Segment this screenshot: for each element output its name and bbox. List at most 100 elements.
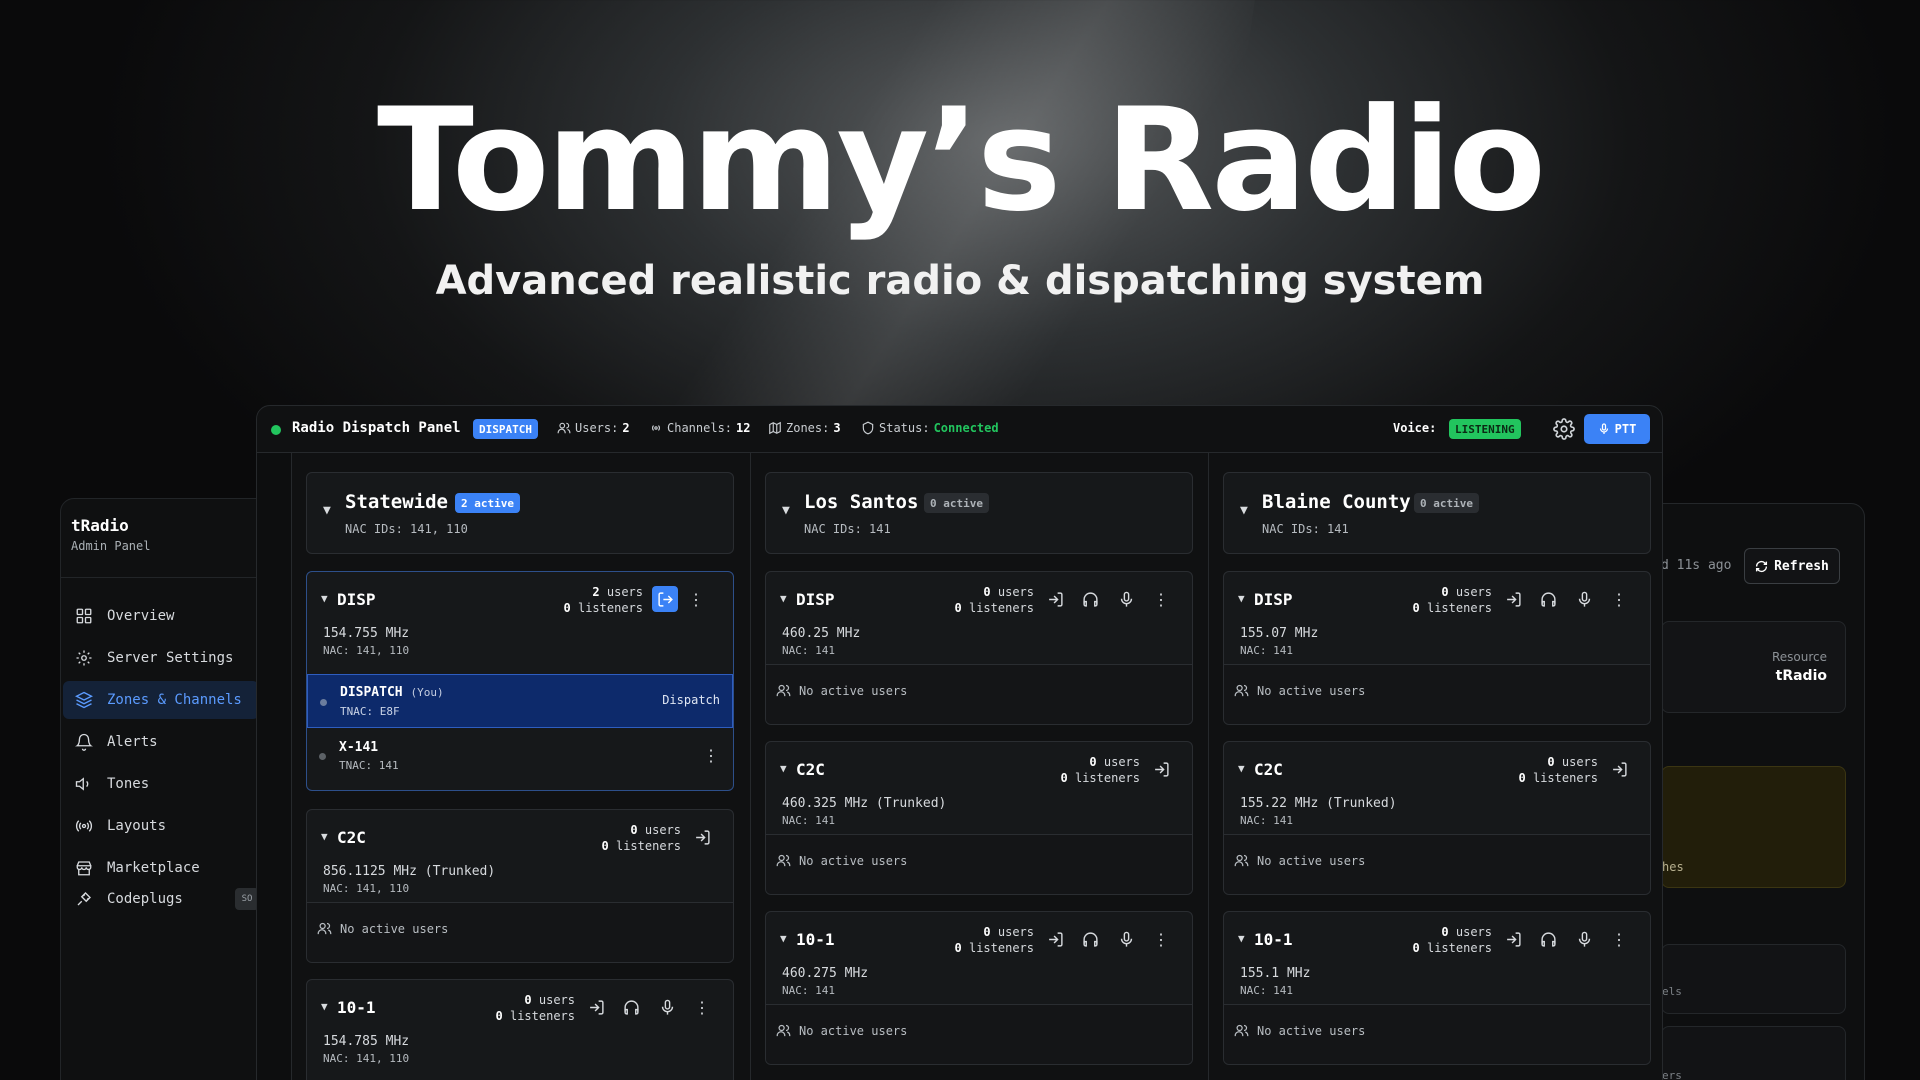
collapse-triangle-icon[interactable]: ▼ (1238, 762, 1245, 775)
user-row-you[interactable]: DISPATCH (You) TNAC: E8F Dispatch (307, 674, 733, 728)
listeners-word: listeners (1426, 601, 1492, 615)
stat-card-text: els (1662, 985, 1682, 998)
user-count: 0 (630, 823, 638, 837)
collapse-triangle-icon[interactable]: ▼ (1238, 592, 1245, 605)
collapse-triangle-icon[interactable]: ▼ (321, 830, 328, 843)
more-menu-button[interactable]: ⋮ (1608, 928, 1630, 950)
more-menu-button[interactable]: ⋮ (691, 996, 713, 1018)
user-tnac: TNAC: 141 (339, 759, 399, 772)
sidebar-item-codeplugs[interactable]: Codeplugs (63, 880, 233, 918)
join-channel-button[interactable] (1044, 588, 1066, 610)
channel-counts: 0 users 0 listeners (1061, 754, 1141, 786)
more-menu-button[interactable]: ⋮ (1150, 928, 1172, 950)
grid-icon (76, 608, 92, 624)
no-active-users-text: No active users (1257, 853, 1366, 868)
broadcast-icon (651, 425, 661, 431)
sidebar-item-label: Codeplugs (107, 891, 183, 907)
more-menu-button[interactable]: ⋮ (685, 588, 707, 610)
join-channel-button[interactable] (1502, 928, 1524, 950)
sidebar-item-zones-channels[interactable]: Zones & Channels (63, 681, 259, 719)
collapse-triangle-icon[interactable]: ▼ (1240, 503, 1248, 518)
listeners-word: listeners (968, 941, 1034, 955)
zone-header[interactable]: ▼ Blaine County 0 active NAC IDs: 141 (1223, 472, 1651, 554)
no-active-users: No active users (776, 853, 907, 868)
collapse-triangle-icon[interactable]: ▼ (782, 503, 790, 518)
enter-icon (1612, 761, 1627, 777)
sidebar-item-label: Overview (107, 608, 175, 624)
more-menu-button[interactable]: ⋮ (1150, 588, 1172, 610)
ptt-button[interactable]: PTT (1584, 414, 1650, 444)
listen-button[interactable] (1079, 588, 1101, 610)
join-channel-button[interactable] (691, 826, 713, 848)
microphone-icon (1120, 931, 1132, 947)
no-active-users-text: No active users (340, 921, 449, 936)
sidebar-item-overview[interactable]: Overview (63, 597, 259, 635)
listen-button[interactable] (1537, 588, 1559, 610)
collapse-triangle-icon[interactable]: ▼ (323, 503, 331, 518)
user-more-button[interactable]: ⋮ (703, 746, 719, 765)
transmit-button[interactable] (1573, 588, 1595, 610)
listen-button[interactable] (1537, 928, 1559, 950)
collapse-triangle-icon[interactable]: ▼ (321, 592, 328, 605)
sidebar-item-layouts[interactable]: Layouts (63, 807, 259, 845)
join-channel-button[interactable] (1608, 758, 1630, 780)
join-channel-button[interactable] (585, 996, 607, 1018)
no-active-users: No active users (1234, 1023, 1365, 1038)
sidebar-item-tones[interactable]: Tones (63, 765, 259, 803)
last-updated-text: d 11s ago (1661, 558, 1732, 573)
channel-card-disp: ▼ DISP 2 users 0 listeners ⋮ 154.755 MHz… (306, 571, 734, 791)
microphone-icon (1578, 931, 1590, 947)
join-channel-button[interactable] (1502, 588, 1524, 610)
user-count: 2 (592, 585, 600, 599)
more-menu-button[interactable]: ⋮ (1608, 588, 1630, 610)
stat-card: ers (1661, 1026, 1846, 1080)
listeners-word: listeners (509, 1009, 575, 1023)
exit-icon (657, 591, 673, 607)
listeners-word: listeners (1532, 771, 1598, 785)
leave-channel-button[interactable] (652, 586, 678, 612)
sidebar-item-label: Tones (107, 776, 150, 792)
zone-header[interactable]: ▼ Los Santos 0 active NAC IDs: 141 (765, 472, 1193, 554)
channel-users-area: No active users (766, 1004, 1192, 1064)
no-active-users: No active users (1234, 853, 1365, 868)
sidebar-item-alerts[interactable]: Alerts (63, 723, 259, 761)
transmit-button[interactable] (1115, 588, 1137, 610)
channel-frequency: 460.25 MHz (782, 626, 861, 641)
user-tnac: TNAC: E8F (340, 705, 400, 718)
channel-name: 10-1 (1254, 930, 1293, 949)
no-active-users: No active users (776, 683, 907, 698)
headphones-icon (1082, 591, 1098, 607)
join-channel-button[interactable] (1044, 928, 1066, 950)
settings-button[interactable] (1553, 418, 1575, 440)
join-channel-button[interactable] (1150, 758, 1172, 780)
collapse-triangle-icon[interactable]: ▼ (780, 932, 787, 945)
enter-icon (1048, 931, 1063, 947)
sidebar-item-label: Marketplace (107, 860, 200, 876)
collapse-triangle-icon[interactable]: ▼ (1238, 932, 1245, 945)
channel-name: DISP (796, 590, 835, 609)
transmit-button[interactable] (1573, 928, 1595, 950)
listen-button[interactable] (620, 996, 642, 1018)
no-active-users-text: No active users (799, 683, 908, 698)
users-value: 2 (622, 421, 630, 435)
no-active-users-text: No active users (799, 1023, 908, 1038)
user-count: 0 (983, 925, 991, 939)
stat-card: els (1661, 944, 1846, 1014)
gear-icon (1553, 418, 1575, 440)
zone-header[interactable]: ▼ Statewide 2 active NAC IDs: 141, 110 (306, 472, 734, 554)
channel-card-10-1: ▼ 10-1 0 users 0 listeners ⋮ 154.785 MHz… (306, 979, 734, 1080)
sidebar-item-label: Zones & Channels (107, 692, 242, 708)
refresh-button[interactable]: Refresh (1744, 548, 1840, 584)
sidebar-item-server-settings[interactable]: Server Settings (63, 639, 259, 677)
collapse-triangle-icon[interactable]: ▼ (780, 592, 787, 605)
channel-frequency: 856.1125 MHz (Trunked) (323, 864, 496, 879)
channel-name: C2C (337, 828, 366, 847)
you-tag: (You) (410, 686, 444, 699)
collapse-triangle-icon[interactable]: ▼ (780, 762, 787, 775)
transmit-button[interactable] (656, 996, 678, 1018)
transmit-button[interactable] (1115, 928, 1137, 950)
user-row[interactable]: X-141 TNAC: 141 ⋮ (307, 728, 733, 784)
collapse-triangle-icon[interactable]: ▼ (321, 1000, 328, 1013)
channel-name: 10-1 (337, 998, 376, 1017)
listen-button[interactable] (1079, 928, 1101, 950)
